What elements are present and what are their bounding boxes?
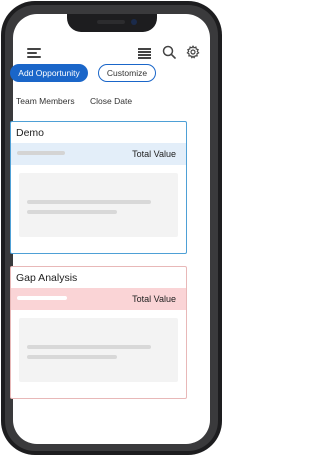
card-body-placeholder <box>19 173 178 237</box>
placeholder-line <box>27 345 151 349</box>
list-view-icon[interactable] <box>138 47 151 59</box>
placeholder-line <box>27 210 117 214</box>
filter-team-members[interactable]: Team Members <box>16 96 75 106</box>
card-title: Demo <box>16 127 45 139</box>
opportunity-card-demo[interactable]: Demo Total Value <box>10 121 187 254</box>
total-value-label: Total Value <box>132 294 176 304</box>
hamburger-menu-icon[interactable] <box>27 47 41 59</box>
card-value-band: Total Value <box>11 288 186 310</box>
customize-button[interactable]: Customize <box>98 64 156 82</box>
card-value-band: Total Value <box>11 143 186 165</box>
placeholder-line <box>27 200 151 204</box>
placeholder-bar <box>17 296 67 300</box>
speaker <box>96 20 125 24</box>
search-icon[interactable] <box>162 45 176 59</box>
total-value-label: Total Value <box>132 149 176 159</box>
camera-icon <box>130 19 137 25</box>
card-body-placeholder <box>19 318 178 382</box>
add-opportunity-button[interactable]: Add Opportunity <box>10 64 88 82</box>
notch <box>66 14 157 32</box>
placeholder-bar <box>17 151 65 155</box>
opportunity-card-gap-analysis[interactable]: Gap Analysis Total Value <box>10 266 187 399</box>
placeholder-line <box>27 355 117 359</box>
card-title: Gap Analysis <box>16 272 78 284</box>
filter-close-date[interactable]: Close Date <box>90 96 132 106</box>
top-bar <box>13 44 210 64</box>
gear-icon[interactable] <box>186 45 200 59</box>
